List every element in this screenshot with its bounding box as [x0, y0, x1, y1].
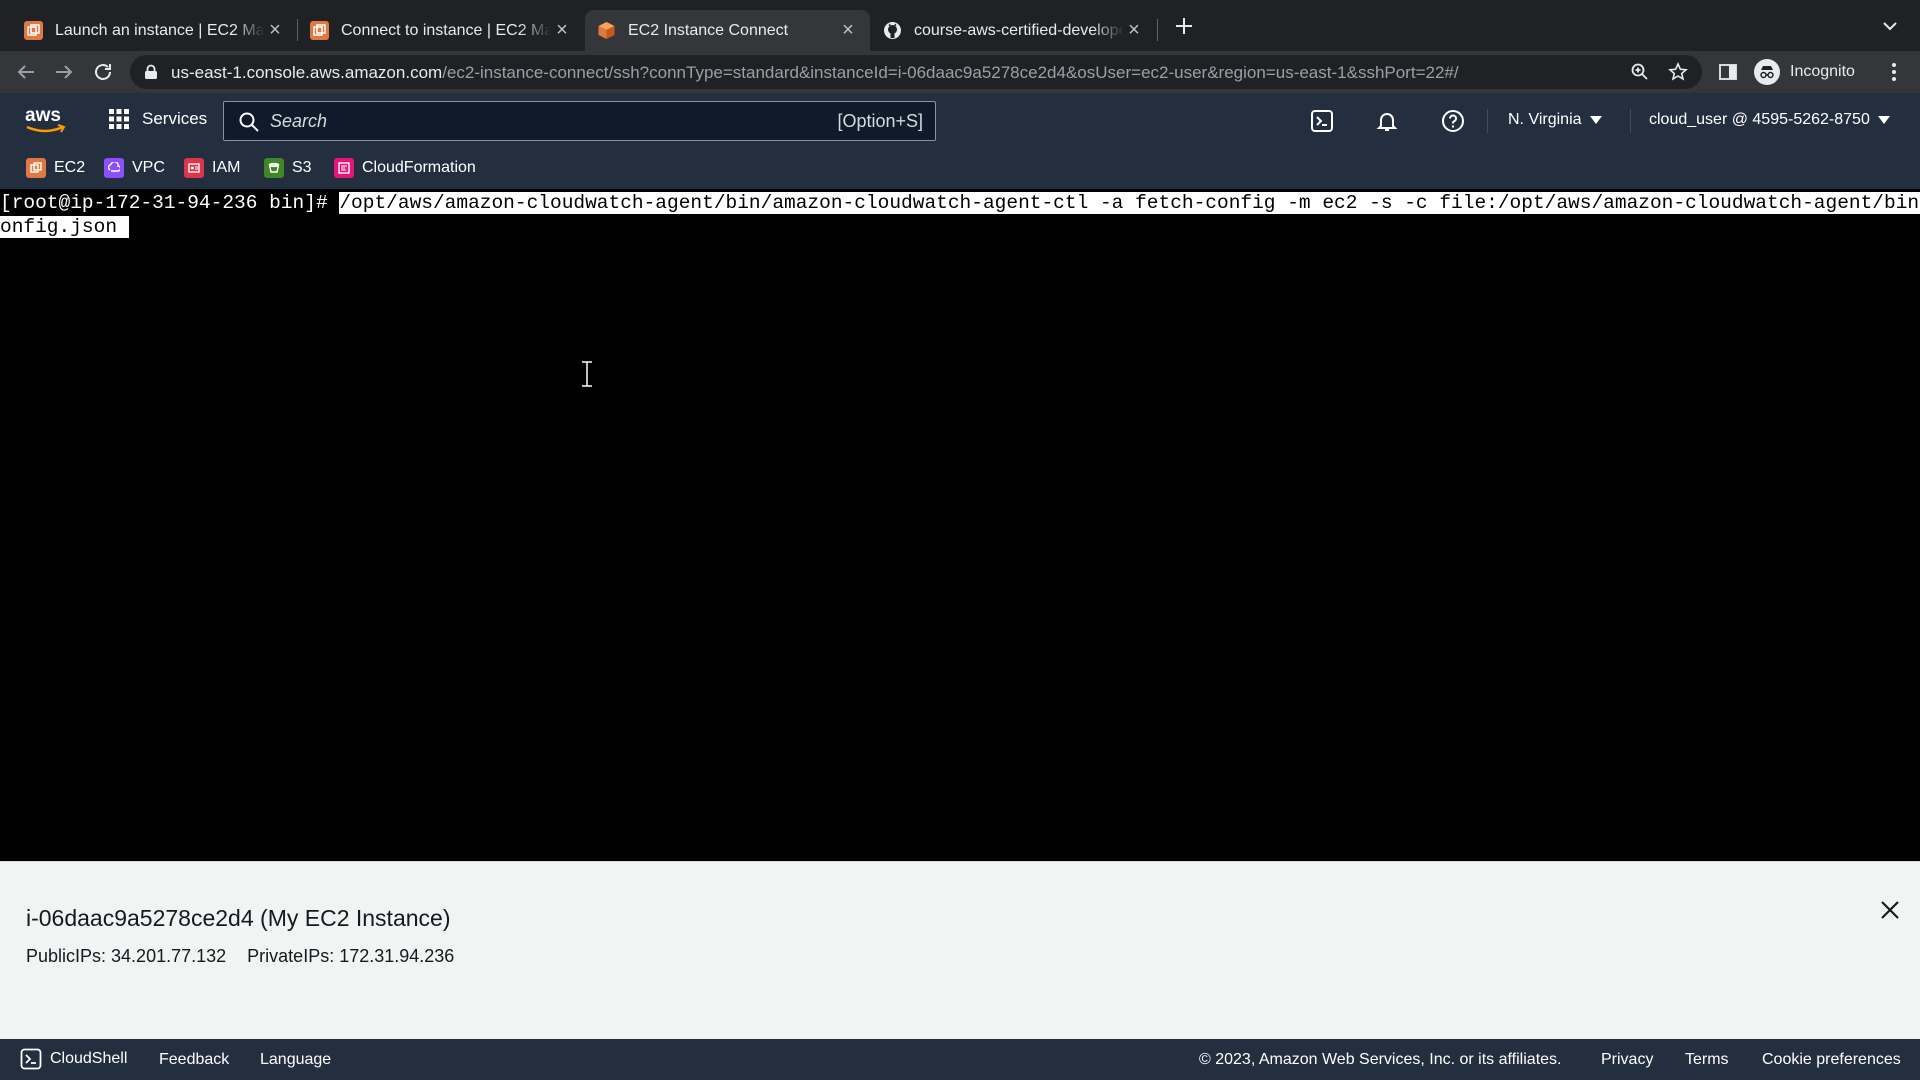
close-icon[interactable]: ×	[552, 20, 572, 40]
console-footer: CloudShell Feedback Language © 2023, Ama…	[0, 1039, 1920, 1080]
caret-down-icon	[1877, 116, 1890, 124]
favorite-label: CloudFormation	[362, 159, 476, 176]
ssh-terminal[interactable]: [root@ip-172-31-94-236 bin]# /opt/aws/am…	[0, 189, 1920, 861]
favorite-iam[interactable]: IAM	[184, 158, 240, 178]
back-arrow-icon[interactable]	[14, 60, 38, 84]
grid-icon	[109, 109, 129, 129]
tab-title: Connect to instance | EC2 Management Con…	[341, 21, 551, 39]
browser-menu-icon[interactable]	[1884, 60, 1904, 84]
footer-terms-link[interactable]: Terms	[1685, 1051, 1729, 1069]
notifications-bell-icon[interactable]	[1375, 109, 1399, 133]
caret-down-icon	[1589, 116, 1602, 124]
lock-icon[interactable]	[144, 64, 158, 80]
terminal-line: onfig.json	[0, 215, 129, 239]
region-label: N. Virginia	[1508, 111, 1582, 128]
aws-console-icon	[310, 21, 329, 40]
selected-command-text: onfig.json	[0, 216, 129, 238]
tab-github-course[interactable]: course-aws-certified-developer-associate…	[871, 10, 1156, 51]
iam-service-icon	[184, 158, 204, 178]
cloudshell-icon	[20, 1048, 42, 1070]
search-shortcut-hint: [Option+S]	[837, 111, 923, 131]
incognito-profile[interactable]: Incognito	[1754, 55, 1855, 89]
footer-cloudshell-button[interactable]: CloudShell	[20, 1048, 127, 1070]
text-cursor-icon	[582, 361, 592, 387]
browser-tab-strip: Launch an instance | EC2 Management Cons…	[0, 0, 1920, 51]
incognito-label: Incognito	[1790, 63, 1855, 80]
header-divider	[1630, 109, 1631, 133]
close-icon[interactable]: ×	[1124, 20, 1144, 40]
cloudformation-service-icon	[334, 158, 354, 178]
favorite-label: S3	[292, 159, 312, 176]
favorites-bar: EC2 VPC IAM S3 CloudFormation	[0, 149, 1920, 189]
tab-search-chevron-icon[interactable]	[1880, 16, 1900, 36]
ec2-service-icon	[26, 158, 46, 178]
tab-title: EC2 Instance Connect	[628, 21, 789, 39]
svg-text:aws: aws	[25, 105, 61, 126]
close-icon[interactable]: ×	[838, 20, 858, 40]
side-panel-icon[interactable]	[1718, 62, 1738, 82]
aws-logo[interactable]: aws	[24, 103, 66, 137]
instance-title: i-06daac9a5278ce2d4 (My EC2 Instance)	[26, 905, 451, 931]
tab-ec2-instance-connect[interactable]: EC2 Instance Connect ×	[585, 10, 870, 51]
favorite-ec2[interactable]: EC2	[26, 158, 85, 178]
forward-arrow-icon[interactable]	[52, 60, 76, 84]
url-text: us-east-1.console.aws.amazon.com/ec2-ins…	[171, 63, 1459, 82]
vpc-service-icon	[104, 158, 124, 178]
header-divider	[1487, 109, 1488, 133]
zoom-icon[interactable]	[1630, 62, 1650, 82]
tab-title: course-aws-certified-developer-associate	[914, 21, 1124, 39]
favorite-label: VPC	[132, 159, 165, 176]
bookmark-star-icon[interactable]	[1668, 62, 1688, 82]
favorite-label: IAM	[212, 159, 241, 176]
close-icon[interactable]: ×	[265, 20, 285, 40]
search-icon	[239, 112, 259, 132]
search-input[interactable]	[270, 102, 770, 140]
cloudshell-label: CloudShell	[50, 1050, 128, 1067]
tab-separator	[1157, 19, 1158, 41]
incognito-icon	[1754, 59, 1780, 85]
cloudshell-icon[interactable]	[1310, 109, 1334, 133]
private-ips: PrivateIPs: 172.31.94.236	[247, 946, 455, 966]
favorite-s3[interactable]: S3	[264, 158, 312, 178]
github-icon	[883, 21, 902, 40]
instance-info-panel: i-06daac9a5278ce2d4 (My EC2 Instance) Pu…	[0, 861, 1920, 1039]
public-ips: PublicIPs: 34.201.77.132	[26, 946, 227, 966]
account-label: cloud_user @ 4595-5262-8750	[1649, 111, 1870, 128]
help-icon[interactable]	[1441, 109, 1465, 133]
close-panel-icon[interactable]	[1878, 898, 1902, 922]
services-label: Services	[142, 109, 208, 128]
shell-prompt: [root@ip-172-31-94-236 bin]#	[0, 192, 340, 214]
footer-cookie-preferences-link[interactable]: Cookie preferences	[1762, 1051, 1901, 1069]
tab-title: Launch an instance | EC2 Management Cons…	[55, 21, 265, 39]
aws-search-box[interactable]: [Option+S]	[223, 101, 936, 141]
address-bar[interactable]: us-east-1.console.aws.amazon.com/ec2-ins…	[130, 55, 1702, 89]
account-menu[interactable]: cloud_user @ 4595-5262-8750	[1649, 111, 1890, 129]
services-menu-button[interactable]: Services	[108, 108, 207, 130]
tab-connect-instance[interactable]: Connect to instance | EC2 Management Con…	[298, 10, 584, 51]
s3-service-icon	[264, 158, 284, 178]
footer-privacy-link[interactable]: Privacy	[1601, 1051, 1653, 1069]
terminal-line: [root@ip-172-31-94-236 bin]# /opt/aws/am…	[0, 191, 1920, 215]
favorite-vpc[interactable]: VPC	[104, 158, 165, 178]
region-selector[interactable]: N. Virginia	[1508, 111, 1602, 129]
ec2-cube-icon	[597, 21, 616, 40]
reload-icon[interactable]	[91, 60, 115, 84]
instance-ip-addresses: PublicIPs: 34.201.77.132 PrivateIPs: 172…	[26, 946, 470, 967]
footer-copyright: © 2023, Amazon Web Services, Inc. or its…	[1199, 1051, 1562, 1068]
favorite-label: EC2	[54, 159, 86, 176]
tab-launch-instance[interactable]: Launch an instance | EC2 Management Cons…	[12, 10, 297, 51]
aws-console-header: aws Services [Option+S] N. Virginia clou…	[0, 93, 1920, 149]
footer-feedback-link[interactable]: Feedback	[159, 1051, 229, 1069]
aws-console-icon	[24, 21, 43, 40]
favorite-cloudformation[interactable]: CloudFormation	[334, 158, 476, 178]
browser-toolbar: us-east-1.console.aws.amazon.com/ec2-ins…	[0, 51, 1920, 93]
new-tab-plus-icon[interactable]	[1172, 14, 1196, 38]
footer-language-link[interactable]: Language	[260, 1051, 331, 1069]
selected-command-text: /opt/aws/amazon-cloudwatch-agent/bin/ama…	[339, 192, 1920, 214]
